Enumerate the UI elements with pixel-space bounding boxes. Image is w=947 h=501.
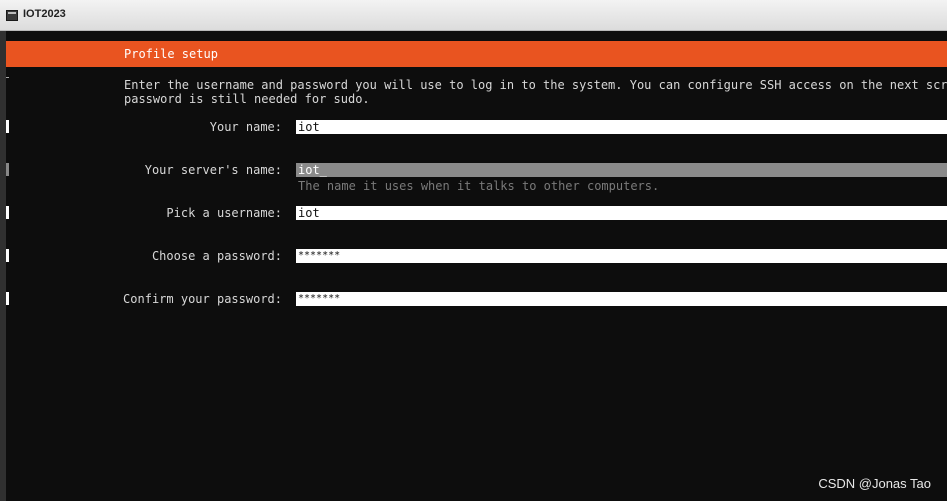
window-titlebar: IOT2023 [0, 0, 947, 31]
confirm-password-input[interactable]: ******* [296, 292, 947, 306]
server-name-input[interactable]: iot_ [296, 163, 947, 177]
username-input[interactable]: iot [296, 206, 947, 220]
your-name-label: Your name: [209, 120, 282, 134]
username-label: Pick a username: [166, 206, 282, 220]
your-name-input[interactable]: iot [296, 120, 947, 134]
field-marker-server-name [6, 163, 9, 176]
field-marker-username [6, 206, 9, 219]
confirm-password-label: Confirm your password: [123, 292, 282, 306]
terminal-window-icon [6, 10, 18, 21]
password-input[interactable]: ******* [296, 249, 947, 263]
server-name-hint: The name it uses when it talks to other … [298, 179, 660, 193]
screen-edge-mark [6, 77, 9, 78]
field-marker-confirm-password [6, 292, 9, 305]
server-name-label: Your server's name: [144, 163, 282, 177]
password-label: Choose a password: [151, 249, 282, 263]
intro-text-line-2: password is still needed for sudo. [124, 92, 370, 106]
field-marker-your-name [6, 120, 9, 133]
installer-screen: Profile setup Enter the username and pas… [6, 31, 947, 501]
field-marker-password [6, 249, 9, 262]
intro-text-line-1: Enter the username and password you will… [124, 78, 947, 92]
watermark: CSDN @Jonas Tao [818, 476, 931, 491]
header-bar: Profile setup [6, 41, 947, 67]
page-title: Profile setup [124, 47, 218, 61]
window-title: IOT2023 [23, 8, 66, 20]
